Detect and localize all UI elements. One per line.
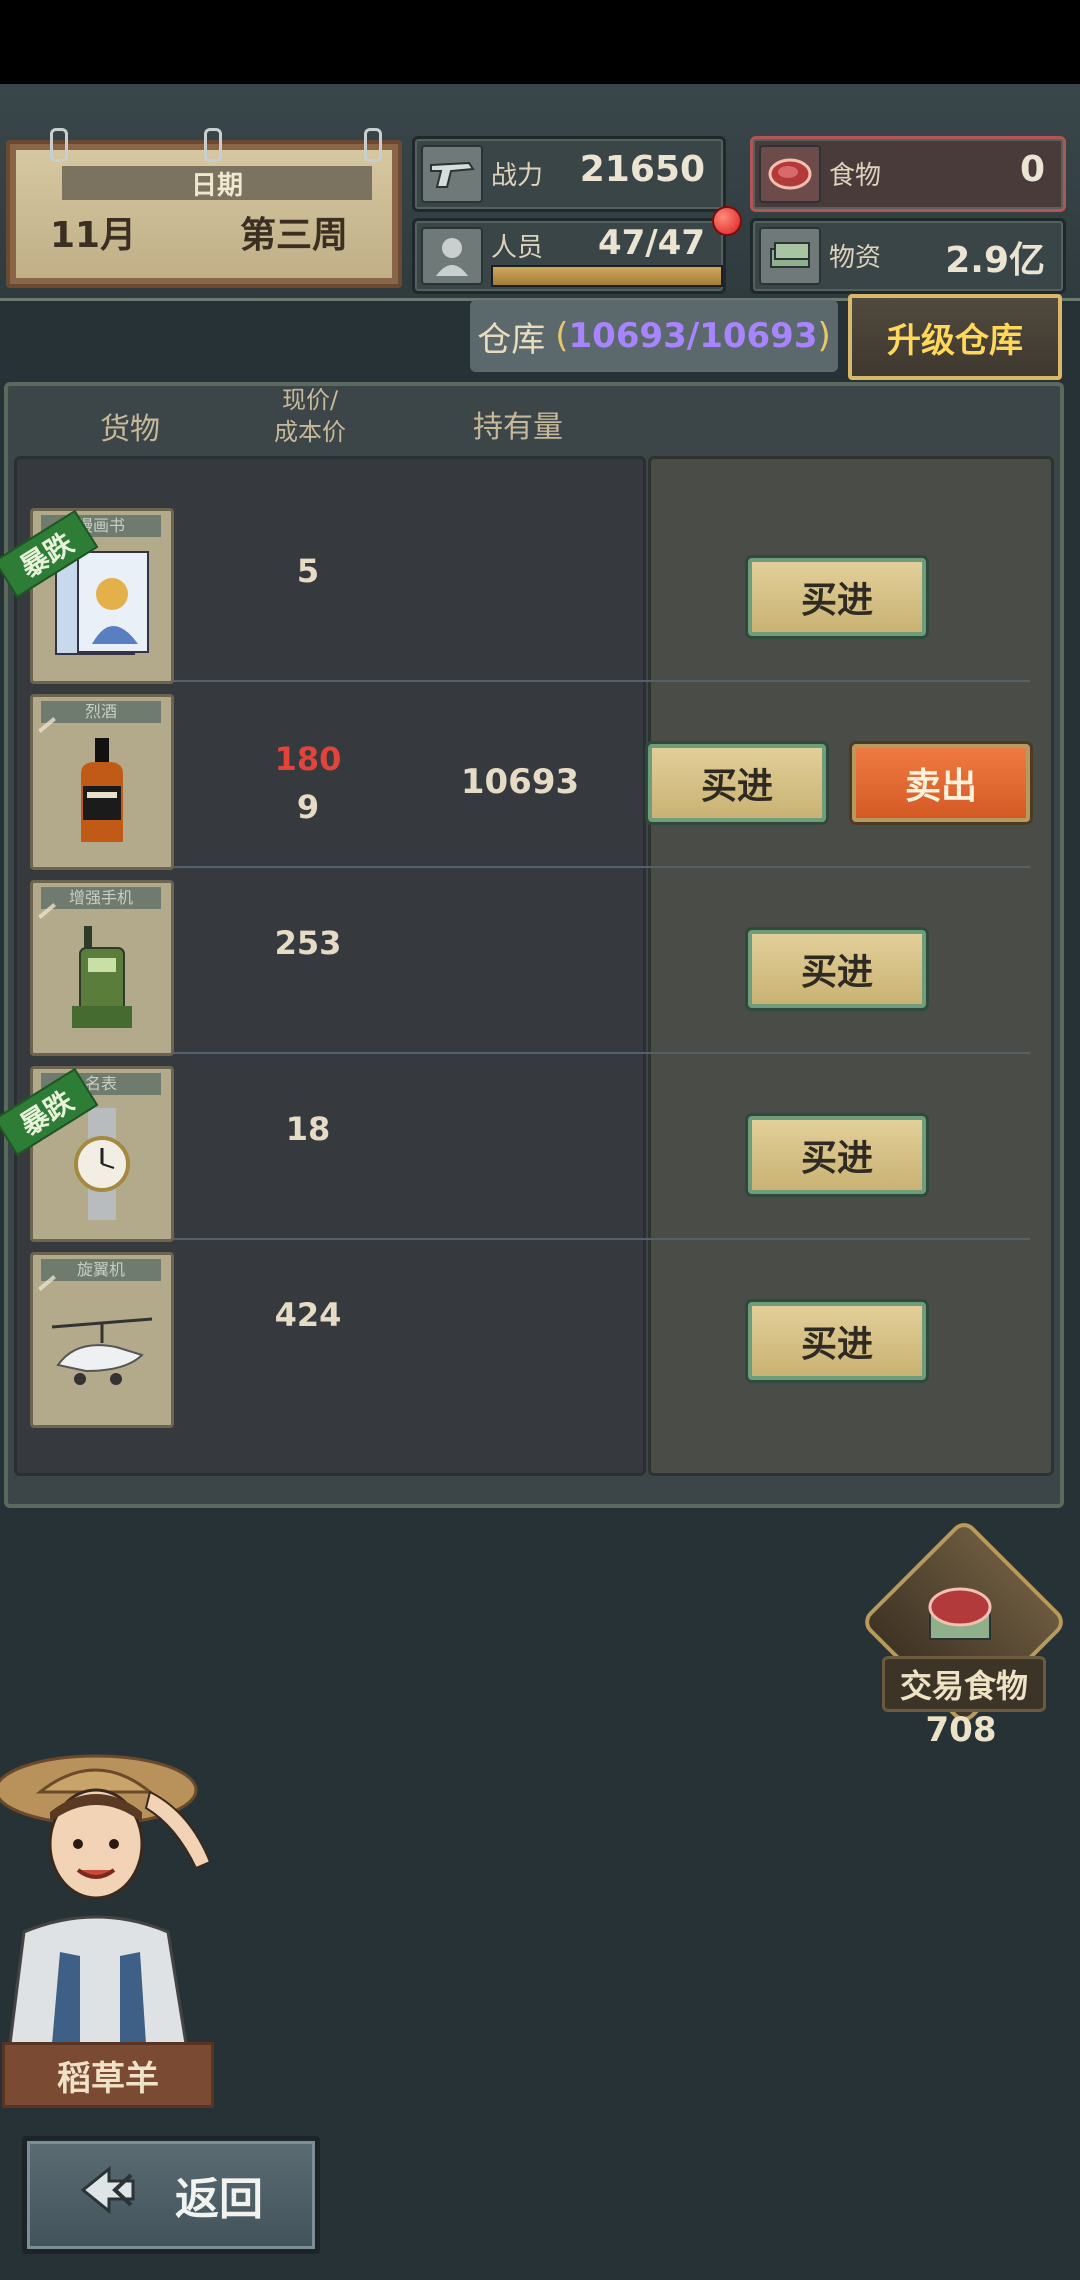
warehouse-open-paren: ( <box>555 316 569 356</box>
col-holding-header: 持有量 <box>473 410 563 445</box>
date-week: 第三周 <box>240 215 349 256</box>
col-price-line1: 现价/ <box>281 386 339 414</box>
staff-progress-bar <box>491 265 723 287</box>
cash-stack-icon <box>759 227 821 285</box>
warehouse-usage: 10693/10693 <box>568 316 818 356</box>
supplies-value: 2.9亿 <box>945 240 1045 281</box>
buy-button[interactable]: 买进 <box>748 1302 926 1380</box>
radio-phone-icon <box>43 915 161 1041</box>
trade-food-button[interactable]: 交易食物 <box>882 1656 1046 1712</box>
row-divider <box>30 1238 1030 1240</box>
double-chevron-left-icon <box>79 2165 159 2226</box>
status-bar <box>0 0 1080 84</box>
person-icon <box>421 227 483 285</box>
row-divider <box>30 1052 1030 1054</box>
date-card: 日期 11月 第三周 <box>6 128 402 288</box>
upgrade-warehouse-button[interactable]: 升级仓库 <box>848 294 1062 380</box>
item-price: 5 <box>296 552 320 590</box>
col-goods-header: 货物 <box>100 412 160 447</box>
date-month: 11月 <box>50 215 137 256</box>
whiskey-bottle-icon <box>43 729 161 855</box>
item-price: 253 <box>274 924 342 962</box>
meat-trade-icon[interactable] <box>920 1574 1000 1654</box>
item-price: 180 <box>274 740 342 778</box>
col-price-header: 现价/ 成本价 <box>230 384 390 448</box>
list-item-gyrocopter[interactable]: 旋翼机 <box>30 1252 174 1428</box>
sell-button[interactable]: 卖出 <box>852 744 1030 822</box>
list-item-liquor[interactable]: 烈酒 <box>30 694 174 870</box>
staff-label: 人员 <box>491 233 544 263</box>
back-button[interactable]: 返回 <box>22 2136 320 2254</box>
warehouse-close-paren: ) <box>817 316 831 356</box>
item-price: 18 <box>285 1110 331 1148</box>
back-label: 返回 <box>175 2174 263 2225</box>
item-holding: 10693 <box>460 762 580 802</box>
binder-ring <box>50 128 68 162</box>
date-label: 日期 <box>62 166 372 201</box>
food-stat[interactable]: 食物 0 <box>750 136 1066 212</box>
buy-button[interactable]: 买进 <box>748 930 926 1008</box>
binder-ring <box>364 128 382 162</box>
buy-button[interactable]: 买进 <box>748 1116 926 1194</box>
trade-food-count: 708 <box>925 1710 997 1750</box>
meat-icon <box>759 145 821 203</box>
item-price: 424 <box>274 1296 342 1334</box>
supplies-label: 物资 <box>829 243 882 273</box>
combat-label: 战力 <box>491 161 544 191</box>
warehouse-label: 仓库 <box>477 319 546 360</box>
list-item-phone[interactable]: 增强手机 <box>30 880 174 1056</box>
binder-ring <box>204 128 222 162</box>
staff-value: 47/47 <box>597 223 705 263</box>
notification-dot <box>712 206 742 236</box>
npc-name: 稻草羊 <box>2 2042 214 2108</box>
row-divider <box>30 866 1030 868</box>
food-value: 0 <box>1019 149 1045 190</box>
row-divider <box>30 680 1030 682</box>
combat-power-stat[interactable]: 战力 21650 <box>412 136 726 212</box>
buy-button[interactable]: 买进 <box>748 558 926 636</box>
npc-portrait <box>0 1752 240 2046</box>
supplies-stat[interactable]: 物资 2.9亿 <box>750 218 1066 294</box>
pistol-icon <box>421 145 483 203</box>
gyrocopter-icon <box>43 1287 161 1413</box>
combat-value: 21650 <box>579 149 705 190</box>
item-cost: 9 <box>296 788 320 826</box>
item-name: 旋翼机 <box>41 1259 161 1281</box>
warehouse-capacity: 仓库 ( 10693/10693 ) <box>470 300 838 372</box>
staff-progress-fill <box>493 267 721 285</box>
col-price-line2: 成本价 <box>274 418 346 446</box>
staff-stat[interactable]: 人员 47/47 <box>412 218 726 294</box>
item-name: 增强手机 <box>41 887 161 909</box>
item-name: 烈酒 <box>41 701 161 723</box>
buy-button[interactable]: 买进 <box>648 744 826 822</box>
food-label: 食物 <box>829 161 882 191</box>
